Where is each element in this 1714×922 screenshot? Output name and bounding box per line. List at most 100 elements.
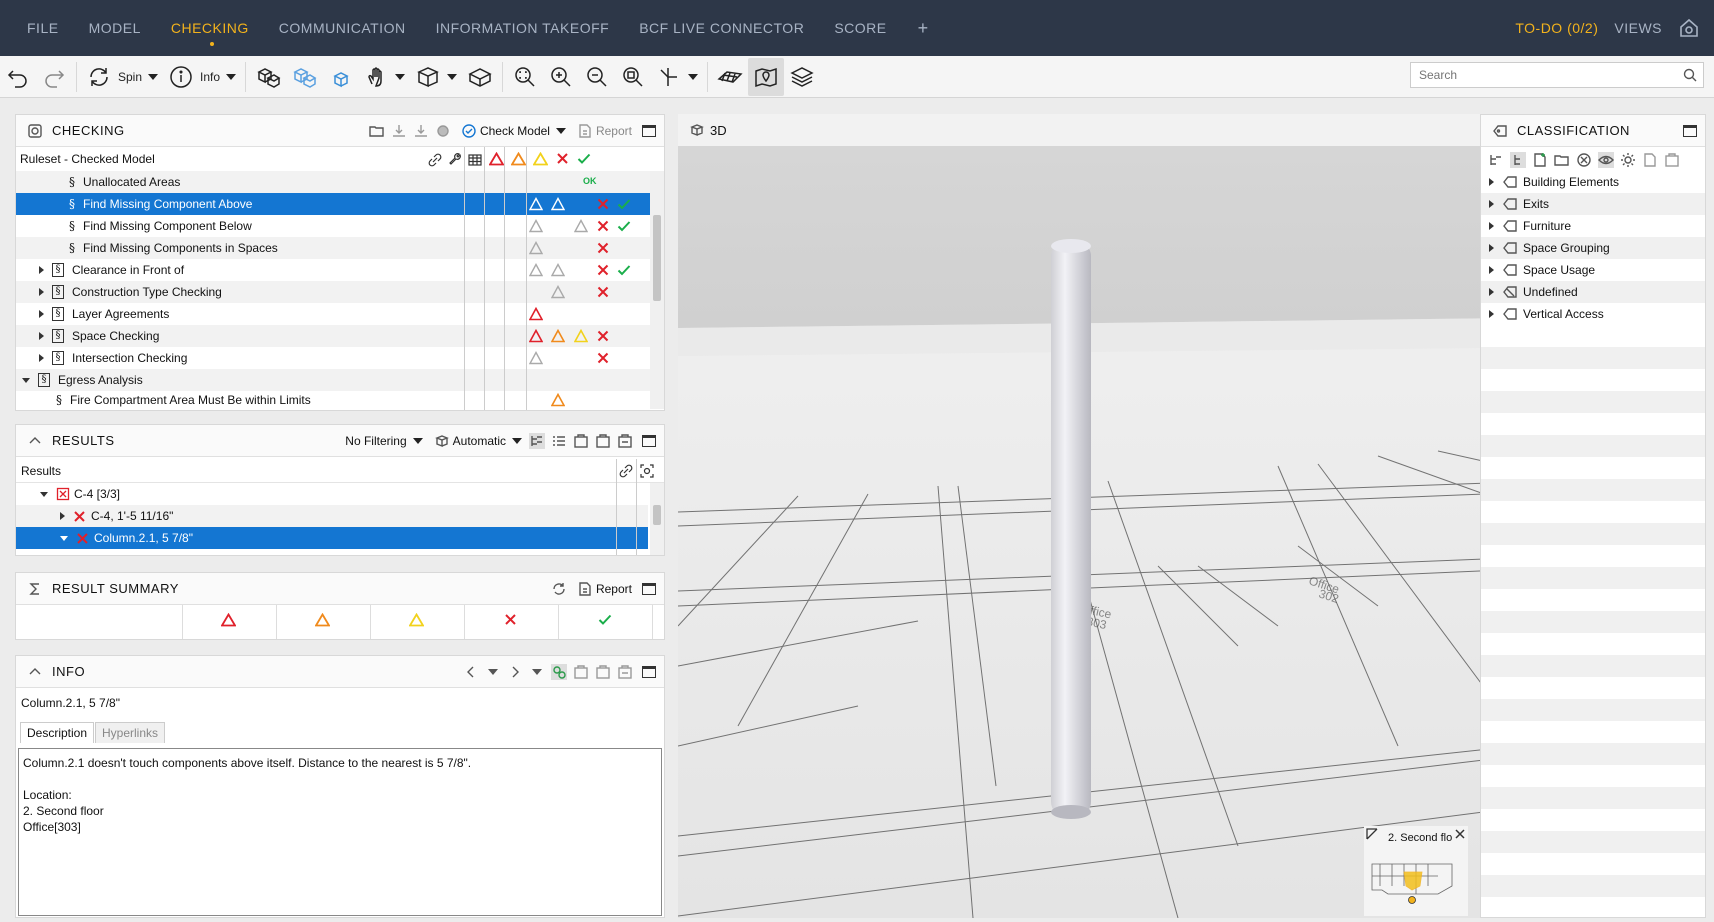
classification-item[interactable]: Furniture [1481,215,1705,237]
classification-item[interactable]: Space Usage [1481,259,1705,281]
report-button[interactable]: Report [574,123,632,139]
collapse-arrow-icon[interactable] [60,535,68,541]
nav-information-takeoff[interactable]: INFORMATION TAKEOFF [421,20,625,36]
expand-arrow-icon[interactable] [1489,222,1494,230]
pick-tool-button[interactable] [358,58,410,96]
chevron-up-icon[interactable] [27,433,43,449]
measure-tool-button[interactable] [651,58,703,96]
hierarchy-icon[interactable] [1488,152,1504,168]
hide-components-button[interactable] [322,58,358,96]
zoom-selection-button[interactable] [615,58,651,96]
close-icon[interactable] [1454,828,1466,840]
nav-model[interactable]: MODEL [74,20,156,36]
bcf-icon[interactable] [573,664,589,680]
maximize-icon[interactable] [642,665,656,678]
floor-minimap[interactable]: 2. Second flo [1364,826,1468,916]
home-settings-icon[interactable] [1678,17,1700,39]
resize-corner-icon[interactable] [1366,828,1378,840]
ruleset-row[interactable]: § Layer Agreements [16,303,651,325]
collapse-arrow-icon[interactable] [40,491,48,497]
info-button[interactable]: Info [163,58,241,96]
expand-arrow-icon[interactable] [39,310,44,318]
pick-tool-caret[interactable] [395,73,406,80]
rule-row[interactable]: § Find Missing Components in Spaces [16,237,651,259]
expand-arrow-icon[interactable] [1489,266,1494,274]
checking-scrollbar[interactable] [650,171,664,409]
bcf-export-icon[interactable] [617,664,633,680]
tree-view-icon[interactable] [529,432,545,449]
spin-dropdown-caret[interactable] [148,73,159,80]
maximize-icon[interactable] [642,582,656,595]
refresh-icon[interactable] [551,581,567,597]
selected-column[interactable] [1051,239,1091,819]
open-folder-icon[interactable] [369,123,385,139]
info-dropdown-caret[interactable] [226,73,237,80]
floor-plan-button[interactable] [712,58,748,96]
record-icon[interactable] [435,123,451,139]
next-caret[interactable] [532,668,542,675]
classification-item[interactable]: Vertical Access [1481,303,1705,325]
tree-icon[interactable] [1510,152,1526,168]
nav-file[interactable]: FILE [0,20,74,36]
settings-icon[interactable] [1620,152,1636,168]
new-document-icon[interactable] [1532,152,1548,168]
results-scrollbar[interactable] [650,483,664,555]
maximize-icon[interactable] [1683,124,1697,137]
zoom-fit-button[interactable] [507,58,543,96]
layers-button[interactable] [784,58,820,96]
expand-arrow-icon[interactable] [60,512,65,520]
ruleset-row[interactable]: § Egress Analysis [16,369,651,391]
expand-arrow-icon[interactable] [39,332,44,340]
undo-button[interactable] [0,58,36,96]
nav-score[interactable]: SCORE [819,20,901,36]
bcf-icon[interactable] [1664,152,1680,168]
views-button[interactable]: VIEWS [1614,20,1662,36]
nav-checking[interactable]: CHECKING [156,20,264,46]
maximize-icon[interactable] [642,124,656,137]
expand-arrow-icon[interactable] [39,288,44,296]
open-folder-icon[interactable] [1554,152,1570,168]
classification-item[interactable]: Undefined [1481,281,1705,303]
previous-icon[interactable] [463,664,479,680]
bcf-icon[interactable] [573,433,589,449]
check-model-button[interactable]: Check Model [458,123,566,139]
nav-bcf-live-connector[interactable]: BCF LIVE CONNECTOR [624,20,819,36]
import-icon[interactable] [391,123,407,139]
classification-item[interactable]: Building Elements [1481,171,1705,193]
rule-row[interactable]: § Unallocated Areas [16,171,651,193]
classification-item[interactable]: Space Grouping [1481,237,1705,259]
scrollbar-thumb[interactable] [653,215,661,301]
todo-button[interactable]: TO-DO (0/2) [1515,20,1598,36]
view-cube-caret[interactable] [447,73,458,80]
spin-button[interactable]: Spin [81,58,163,96]
summary-report-button[interactable]: Report [574,581,632,597]
expand-arrow-icon[interactable] [1489,200,1494,208]
measure-tool-caret[interactable] [688,73,699,80]
zoom-in-button[interactable] [543,58,579,96]
scrollbar-thumb[interactable] [653,505,661,525]
edit-icon[interactable] [1642,152,1658,168]
view-cube-button[interactable] [410,58,462,96]
rule-row[interactable]: § Find Missing Component Below [16,215,651,237]
result-row[interactable]: C-4, 1'-5 11/16" [16,505,648,527]
section-box-button[interactable] [462,58,498,96]
chevron-up-icon[interactable] [27,664,43,680]
classification-item[interactable]: Exits [1481,193,1705,215]
automatic-dropdown[interactable]: Automatic [431,433,522,449]
redo-button[interactable] [36,58,72,96]
properties-icon[interactable] [551,663,567,680]
expand-arrow-icon[interactable] [39,266,44,274]
visibility-icon[interactable] [1598,152,1614,168]
collapse-arrow-icon[interactable] [22,377,30,383]
result-row-selected[interactable]: Column.2.1, 5 7/8" [16,527,648,549]
search-input[interactable] [1411,63,1661,87]
ruleset-row[interactable]: § Intersection Checking [16,347,651,369]
bcf-add-icon[interactable] [595,664,611,680]
check-model-caret[interactable] [555,127,566,134]
expand-arrow-icon[interactable] [1489,178,1494,186]
search-icon[interactable] [1683,68,1697,82]
maximize-icon[interactable] [642,434,656,447]
tab-hyperlinks[interactable]: Hyperlinks [95,722,166,743]
add-tab-button[interactable]: + [902,18,945,39]
expand-arrow-icon[interactable] [1489,244,1494,252]
